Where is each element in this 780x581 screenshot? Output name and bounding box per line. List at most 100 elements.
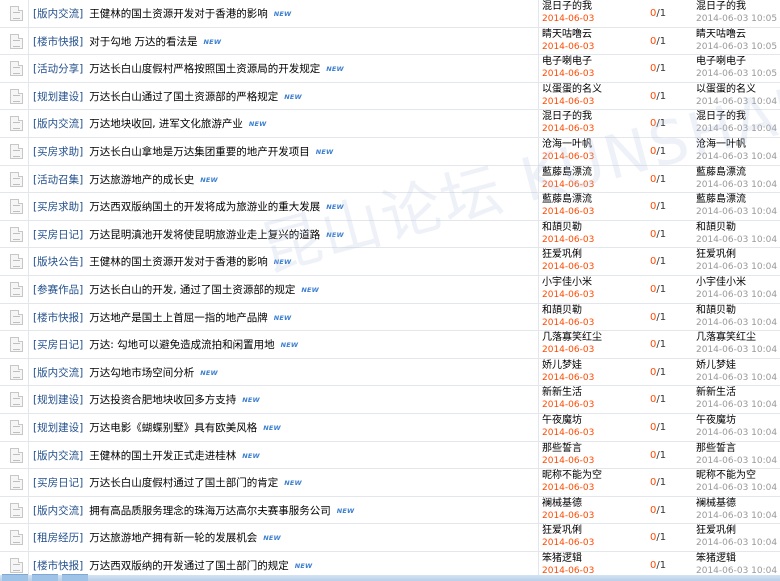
last-post-time[interactable]: 2014-06-03 10:04 — [696, 96, 777, 108]
thread-title-link[interactable]: 万达勾地市场空间分析 — [89, 367, 194, 379]
last-post-author-link[interactable]: 沧海一叶帆 — [696, 139, 777, 151]
author-link[interactable]: 襕械基德 — [542, 498, 594, 510]
thread-title-link[interactable]: 万达西双版纳的开发通过了国土部门的规定 — [89, 560, 289, 572]
author-link[interactable]: 狂爱巩俐 — [542, 249, 594, 261]
thread-type-link[interactable]: [版内交流] — [33, 450, 83, 462]
thread-title-link[interactable]: 万达旅游地产拥有新一轮的发展机会 — [89, 532, 257, 544]
thread-title-link[interactable]: 万达旅游地产的成长史 — [89, 174, 194, 186]
thread-type-link[interactable]: [买房日记] — [33, 339, 83, 351]
author-link[interactable]: 沧海一叶帆 — [542, 139, 594, 151]
thread-type-link[interactable]: [买房求助] — [33, 201, 83, 213]
last-post-time[interactable]: 2014-06-03 10:04 — [696, 344, 777, 356]
thread-type-link[interactable]: [买房求助] — [33, 146, 83, 158]
last-post-author-link[interactable]: 狂爱巩俐 — [696, 525, 777, 537]
author-link[interactable]: 那些誓言 — [542, 443, 594, 455]
thread-title-link[interactable]: 对于勾地 万达的看法是 — [89, 36, 197, 48]
last-post-time[interactable]: 2014-06-03 10:04 — [696, 510, 777, 522]
thread-type-link[interactable]: [租房经历] — [33, 532, 83, 544]
last-post-author-link[interactable]: 和頡贝勒 — [696, 222, 777, 234]
thread-title-link[interactable]: 万达昆明滇池开发将使昆明旅游业走上复兴的道路 — [89, 229, 320, 241]
author-link[interactable]: 藍藤島漂流 — [542, 167, 594, 179]
last-post-time[interactable]: 2014-06-03 10:04 — [696, 206, 777, 218]
thread-type-link[interactable]: [楼市快报] — [33, 560, 83, 572]
author-link[interactable]: 和頡贝勒 — [542, 222, 594, 234]
last-post-author-link[interactable]: 以蛋蛋的名义 — [696, 84, 777, 96]
thread-title-link[interactable]: 万达西双版纳国土的开发将成为旅游业的重大发展 — [89, 201, 320, 213]
thread-title-link[interactable]: 万达地块收回, 进军文化旅游产业 — [89, 118, 243, 130]
last-post-author-link[interactable]: 狂爱巩俐 — [696, 249, 777, 261]
thread-title-link[interactable]: 万达电影《蝴蝶别墅》具有欧美风格 — [89, 422, 257, 434]
last-post-time[interactable]: 2014-06-03 10:05 — [696, 13, 777, 25]
last-post-author-link[interactable]: 娇儿梦娃 — [696, 360, 777, 372]
last-post-time[interactable]: 2014-06-03 10:05 — [696, 68, 777, 80]
thread-type-link[interactable]: [规划建设] — [33, 394, 83, 406]
thread-title-link[interactable]: 拥有高品质服务理念的珠海万达高尔夫赛事服务公司 — [89, 505, 331, 517]
author-link[interactable]: 几落寡笑红尘 — [542, 332, 602, 344]
thread-type-link[interactable]: [版内交流] — [33, 505, 83, 517]
last-post-time[interactable]: 2014-06-03 10:04 — [696, 399, 777, 411]
last-post-time[interactable]: 2014-06-03 10:04 — [696, 537, 777, 549]
author-link[interactable]: 狂爱巩俐 — [542, 525, 594, 537]
author-link[interactable]: 和頡贝勒 — [542, 305, 594, 317]
last-post-time[interactable]: 2014-06-03 10:04 — [696, 151, 777, 163]
last-post-author-link[interactable]: 襕械基德 — [696, 498, 777, 510]
thread-title-link[interactable]: 王健林的国土开发正式走进桂林 — [89, 450, 236, 462]
last-post-author-link[interactable]: 午夜魔坊 — [696, 415, 777, 427]
thread-title-link[interactable]: 万达地产是国土上首屈一指的地产品牌 — [89, 312, 268, 324]
last-post-author-link[interactable]: 混日子的我 — [696, 111, 777, 123]
thread-title-link[interactable]: 万达长白山拿地是万达集团重要的地产开发项目 — [89, 146, 310, 158]
last-post-author-link[interactable]: 昵称不能为空 — [696, 470, 777, 482]
thread-type-link[interactable]: [规划建设] — [33, 422, 83, 434]
thread-type-link[interactable]: [楼市快报] — [33, 36, 83, 48]
author-link[interactable]: 混日子的我 — [542, 111, 594, 123]
last-post-time[interactable]: 2014-06-03 10:04 — [696, 317, 777, 329]
author-link[interactable]: 以蛋蛋的名义 — [542, 84, 602, 96]
last-post-author-link[interactable]: 那些誓言 — [696, 443, 777, 455]
author-link[interactable]: 娇儿梦娃 — [542, 360, 594, 372]
thread-title-link[interactable]: 王健林的国土资源开发对于香港的影响 — [89, 256, 268, 268]
author-link[interactable]: 午夜魔坊 — [542, 415, 594, 427]
thread-type-link[interactable]: [版内交流] — [33, 118, 83, 130]
thread-type-link[interactable]: [楼市快报] — [33, 312, 83, 324]
author-link[interactable]: 新新生活 — [542, 387, 594, 399]
last-post-author-link[interactable]: 小宇佳小米 — [696, 277, 777, 289]
thread-type-link[interactable]: [活动分享] — [33, 63, 83, 75]
thread-title-link[interactable]: 万达长白山通过了国土资源部的严格规定 — [89, 91, 278, 103]
last-post-time[interactable]: 2014-06-03 10:04 — [696, 123, 777, 135]
last-post-author-link[interactable]: 和頡贝勒 — [696, 305, 777, 317]
author-link[interactable]: 藍藤島漂流 — [542, 194, 594, 206]
taskbar-app-icon[interactable] — [32, 574, 58, 581]
thread-title-link[interactable]: 万达投资合肥地块收回多方支持 — [89, 394, 236, 406]
thread-type-link[interactable]: [参赛作品] — [33, 284, 83, 296]
last-post-author-link[interactable]: 电子喇电子 — [696, 56, 777, 68]
last-post-time[interactable]: 2014-06-03 10:04 — [696, 455, 777, 467]
last-post-time[interactable]: 2014-06-03 10:05 — [696, 41, 777, 53]
thread-type-link[interactable]: [版内交流] — [33, 8, 83, 20]
thread-type-link[interactable]: [规划建设] — [33, 91, 83, 103]
thread-type-link[interactable]: [活动召集] — [33, 174, 83, 186]
author-link[interactable]: 睛天咕噜云 — [542, 29, 594, 41]
author-link[interactable]: 小宇佳小米 — [542, 277, 594, 289]
last-post-time[interactable]: 2014-06-03 10:04 — [696, 482, 777, 494]
last-post-author-link[interactable]: 几落寡笑红尘 — [696, 332, 777, 344]
last-post-author-link[interactable]: 笨猪逻辑 — [696, 553, 777, 565]
thread-title-link[interactable]: 万达: 勾地可以避免造成流拍和闲置用地 — [89, 339, 274, 351]
thread-title-link[interactable]: 万达长白山度假村严格按照国土资源局的开发规定 — [89, 63, 320, 75]
last-post-time[interactable]: 2014-06-03 10:04 — [696, 427, 777, 439]
last-post-author-link[interactable]: 藍藤島漂流 — [696, 194, 777, 206]
last-post-time[interactable]: 2014-06-03 10:04 — [696, 234, 777, 246]
thread-title-link[interactable]: 王健林的国土资源开发对于香港的影响 — [89, 8, 268, 20]
last-post-time[interactable]: 2014-06-03 10:04 — [696, 261, 777, 273]
author-link[interactable]: 昵称不能为空 — [542, 470, 602, 482]
last-post-time[interactable]: 2014-06-03 10:04 — [696, 289, 777, 301]
last-post-time[interactable]: 2014-06-03 10:04 — [696, 179, 777, 191]
last-post-author-link[interactable]: 新新生活 — [696, 387, 777, 399]
author-link[interactable]: 混日子的我 — [542, 1, 594, 13]
thread-type-link[interactable]: [买房日记] — [33, 229, 83, 241]
thread-type-link[interactable]: [版内交流] — [33, 367, 83, 379]
last-post-time[interactable]: 2014-06-03 10:04 — [696, 372, 777, 384]
taskbar-start-icon[interactable] — [2, 574, 28, 581]
author-link[interactable]: 电子喇电子 — [542, 56, 594, 68]
taskbar-app-icon[interactable] — [62, 574, 88, 581]
thread-title-link[interactable]: 万达长白山的开发, 通过了国土资源部的规定 — [89, 284, 295, 296]
